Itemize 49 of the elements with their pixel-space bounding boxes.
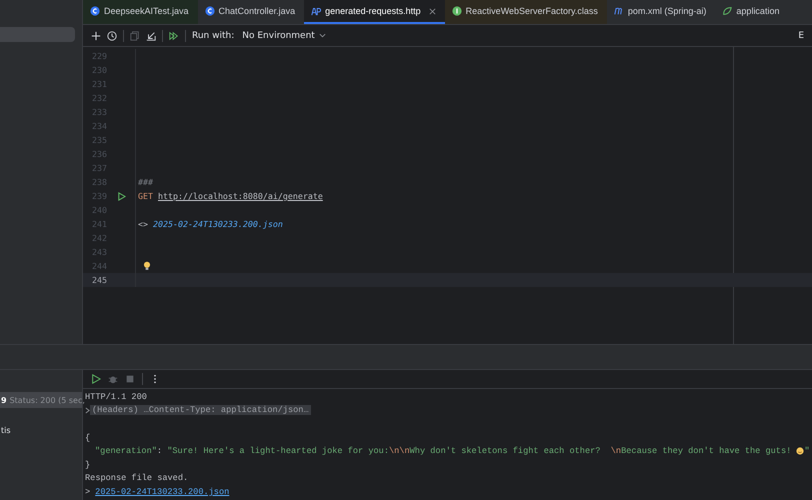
line-number: 245 — [91, 275, 107, 285]
bug-icon[interactable] — [108, 374, 118, 384]
run-all-icon[interactable] — [169, 30, 179, 40]
leaf-icon — [722, 6, 732, 16]
http-method: GET — [138, 191, 153, 201]
output-text: Response file saved. — [85, 473, 188, 484]
code-comment: ### — [138, 177, 153, 187]
json-string: "Sure! Here's a light-hearted joke for you: — [167, 446, 389, 456]
caret-icon — [318, 33, 326, 38]
clock-icon[interactable] — [107, 30, 117, 40]
import-icon[interactable] — [146, 30, 156, 40]
output-text: } — [85, 460, 90, 470]
response-marker: <> — [138, 219, 148, 229]
escape-sequence: \n — [610, 446, 622, 456]
response-file-link[interactable]: 2025-02-24T130233.200.json — [153, 219, 283, 229]
service-item[interactable]: 9 Status: 200 (5 sec, — [0, 392, 82, 408]
response-file-link[interactable]: 2025-02-24T130233.200.json — [95, 486, 230, 497]
folded-headers[interactable]: (Headers) …Content-Type: application/json… — [90, 405, 311, 416]
chevron-icon[interactable] — [85, 406, 90, 414]
json-key: "generation" — [95, 446, 157, 456]
class-icon — [90, 6, 100, 16]
run-icon[interactable] — [116, 192, 126, 200]
lightbulb-icon[interactable] — [143, 261, 151, 271]
json-colon: : — [156, 446, 164, 456]
request-url-link[interactable]: http://localhost:8080/ai/generate — [158, 191, 323, 201]
close-icon[interactable] — [428, 8, 436, 14]
output-text: HTTP/1.1 200 — [85, 392, 147, 402]
copy-icon[interactable] — [130, 30, 140, 40]
interface-icon — [452, 6, 462, 16]
maven-icon — [614, 6, 624, 16]
json-string: " — [804, 446, 810, 456]
json-string: Because they don't have the guts! — [621, 446, 792, 456]
editor-tab[interactable]: DeepseekAITest.java — [83, 0, 198, 24]
toolbar-label: E — [798, 30, 804, 40]
run-with-label: Run with: — [192, 30, 234, 40]
smiley-icon — [796, 447, 804, 456]
service-item[interactable]: tis — [0, 422, 82, 438]
editor-tab[interactable]: ReactiveWebServerFactory.class — [444, 0, 607, 24]
stop-icon[interactable] — [125, 374, 135, 384]
editor-tab[interactable]: generated-requests.http — [304, 0, 445, 24]
output-text: { — [85, 432, 90, 443]
json-string: Why don't skeletons fight each other? — [410, 446, 602, 456]
class-icon — [204, 6, 215, 16]
run-icon[interactable] — [91, 374, 101, 384]
link-marker: > — [85, 486, 90, 497]
environment-dropdown[interactable]: No Environment — [240, 30, 328, 40]
api-icon — [311, 6, 322, 16]
escape-sequence: \n\n — [388, 446, 410, 456]
add-icon[interactable] — [91, 30, 101, 40]
